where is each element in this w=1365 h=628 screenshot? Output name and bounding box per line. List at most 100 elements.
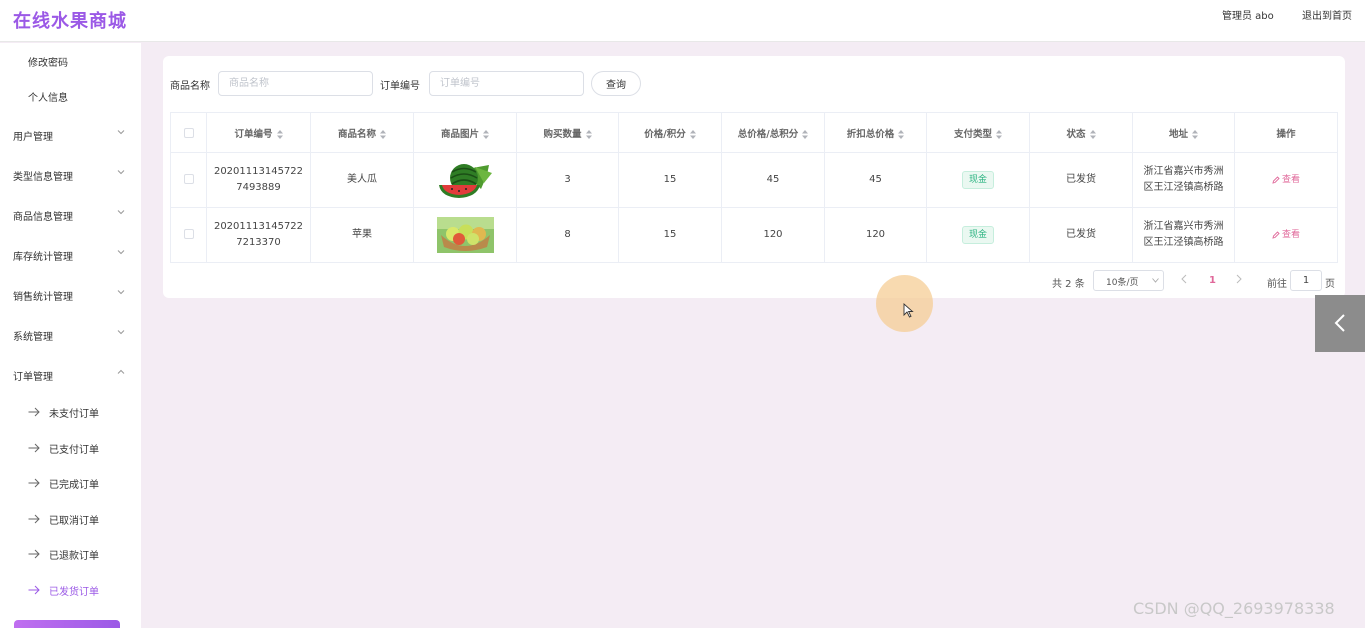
exit-to-home-link[interactable]: 退出到首页 (1302, 7, 1352, 22)
edit-icon (1272, 230, 1280, 239)
sidebar-item-label: 已取消订单 (49, 516, 99, 527)
sidebar-item-label: 商品信息管理 (13, 212, 73, 223)
column-header[interactable]: 商品图片 (413, 112, 517, 153)
order-number: 202011131457227493889 (213, 166, 304, 193)
column-label: 商品图片 (440, 128, 479, 140)
price-cell: 15 (618, 207, 722, 263)
column-header[interactable]: 折扣总价格 (824, 112, 927, 153)
order-number-cell: 202011131457227213370 (206, 207, 311, 263)
column-header[interactable]: 价格/积分 (618, 112, 722, 153)
sidebar-item-type-management[interactable]: 类型信息管理 (0, 159, 141, 191)
sidebar-item-label: 已退款订单 (49, 551, 99, 562)
view-label: 查看 (1281, 175, 1300, 185)
sidebar-bottom-button[interactable] (14, 620, 120, 628)
page-number-current[interactable]: 1 (1209, 275, 1216, 286)
sidebar-item-order-management[interactable]: 订单管理 (0, 359, 141, 391)
column-label: 折扣总价格 (846, 128, 895, 140)
sidebar-item-profile[interactable]: 个人信息 (0, 80, 141, 112)
product-name-input[interactable] (218, 71, 373, 96)
order-number-label: 订单编号 (380, 81, 420, 92)
sidebar-item-label: 用户管理 (13, 132, 53, 143)
sort-icon (1089, 129, 1096, 139)
orders-panel: 商品名称 订单编号 查询 订单编号 商品名称 商品图片 购买数量 价格/积分 总… (163, 56, 1345, 298)
column-header[interactable]: 订单编号 (206, 112, 311, 153)
column-header[interactable]: 商品名称 (310, 112, 414, 153)
arrow-right-icon (28, 407, 40, 417)
arrow-right-icon (28, 478, 40, 488)
sidebar-item-shipped-orders[interactable]: 已发货订单 (0, 574, 141, 606)
view-button[interactable]: 查看 (1272, 230, 1300, 240)
row-checkbox[interactable] (183, 174, 194, 184)
admin-user-label: 管理员 abo (1222, 11, 1274, 22)
sidebar-item-label: 已发货订单 (49, 587, 99, 598)
product-name-cell: 苹果 (310, 207, 414, 263)
sidebar-item-label: 个人信息 (28, 93, 68, 104)
sort-icon (380, 129, 386, 139)
address-text: 浙江省嘉兴市秀洲区王江泾镇高桥路 (1143, 221, 1224, 248)
query-button[interactable]: 查询 (591, 71, 641, 96)
page-size-select[interactable]: 10条/页 (1093, 270, 1164, 291)
column-label: 状态 (1066, 128, 1086, 140)
address-cell: 浙江省嘉兴市秀洲区王江泾镇高桥路 (1132, 207, 1235, 263)
product-name-cell: 美人瓜 (310, 152, 414, 208)
next-page-icon[interactable] (1235, 274, 1243, 284)
sidebar-item-inventory-stats[interactable]: 库存统计管理 (0, 239, 141, 271)
row-checkbox[interactable] (183, 229, 194, 239)
pay-type-cell: 现金 (926, 207, 1030, 263)
column-label: 操作 (1276, 128, 1296, 140)
chevron-down-icon (117, 170, 125, 175)
sort-icon (585, 129, 592, 139)
discount-total-cell: 120 (824, 207, 927, 263)
sidebar-item-refunded-orders[interactable]: 已退款订单 (0, 538, 141, 570)
chevron-down-icon (117, 250, 125, 255)
column-label: 商品名称 (337, 128, 376, 140)
apple-basket-image (436, 217, 494, 253)
sidebar-item-paid-orders[interactable]: 已支付订单 (0, 432, 141, 464)
column-label: 总价格/总积分 (737, 128, 799, 140)
prev-page-icon[interactable] (1180, 274, 1188, 284)
column-header[interactable]: 总价格/总积分 (721, 112, 825, 153)
chevron-down-icon (117, 210, 125, 215)
sidebar-item-completed-orders[interactable]: 已完成订单 (0, 467, 141, 499)
column-label: 支付类型 (953, 128, 992, 140)
sidebar-item-unpaid-orders[interactable]: 未支付订单 (0, 396, 141, 428)
sidebar-item-cancelled-orders[interactable]: 已取消订单 (0, 503, 141, 535)
arrow-right-icon (28, 443, 40, 453)
action-cell: 查看 (1234, 207, 1338, 263)
status-cell: 已发货 (1029, 152, 1133, 208)
sidebar-item-user-management[interactable]: 用户管理 (0, 119, 141, 151)
collapse-panel-button[interactable] (1315, 295, 1365, 352)
sidebar-item-label: 未支付订单 (49, 409, 99, 420)
select-all-cell (170, 112, 207, 153)
column-header[interactable]: 地址 (1132, 112, 1235, 153)
chevron-up-icon (117, 369, 125, 374)
chevron-down-icon (117, 130, 125, 135)
table-row: 202011131457227493889 美人瓜 3 15 45 45 现金 … (170, 152, 1338, 208)
sidebar-item-sales-stats[interactable]: 销售统计管理 (0, 279, 141, 311)
product-image-cell (413, 152, 517, 208)
order-number-input[interactable] (429, 71, 584, 96)
pay-type-tag: 现金 (961, 171, 994, 189)
sidebar-item-system-management[interactable]: 系统管理 (0, 319, 141, 351)
sidebar-item-product-management[interactable]: 商品信息管理 (0, 199, 141, 231)
top-bar: 在线水果商城 管理员 abo 退出到首页 (0, 0, 1365, 42)
mouse-cursor-icon (903, 303, 914, 318)
sidebar-item-label: 类型信息管理 (13, 172, 73, 183)
page-size-value: 10条/页 (1106, 278, 1139, 288)
sidebar: 修改密码 个人信息 用户管理 类型信息管理 商品信息管理 库存统计管理 销售统计… (0, 43, 141, 628)
column-header[interactable]: 支付类型 (926, 112, 1030, 153)
table-row: 202011131457227213370 苹果 8 15 120 120 现金… (170, 207, 1338, 263)
arrow-right-icon (28, 514, 40, 524)
order-number: 202011131457227213370 (213, 221, 304, 248)
view-button[interactable]: 查看 (1272, 175, 1300, 185)
chevron-down-icon (1152, 278, 1159, 283)
page-suffix-label: 页 (1325, 279, 1335, 290)
goto-label: 前往 (1267, 279, 1287, 290)
sidebar-item-label: 已支付订单 (49, 445, 99, 456)
goto-page-input[interactable] (1290, 270, 1322, 291)
sidebar-item-change-password[interactable]: 修改密码 (0, 45, 141, 77)
column-label: 购买数量 (543, 128, 582, 140)
column-header[interactable]: 购买数量 (516, 112, 619, 153)
column-header[interactable]: 状态 (1029, 112, 1133, 153)
select-all-checkbox[interactable] (183, 127, 194, 138)
